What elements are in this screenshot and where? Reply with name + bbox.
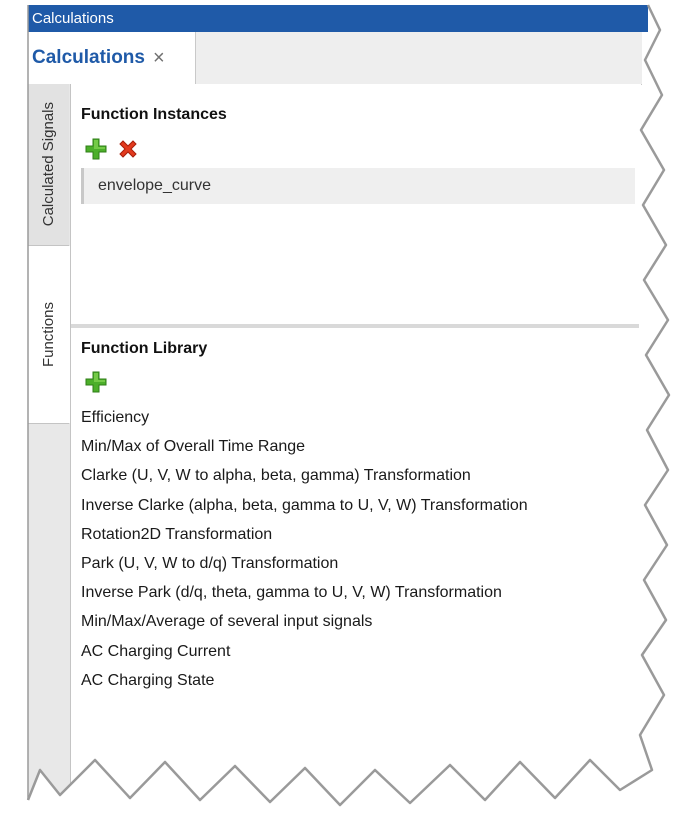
vertical-tab-bar: Calculated Signals Functions bbox=[28, 84, 71, 794]
side-tab-label: Functions bbox=[40, 301, 57, 368]
functions-panel: Function Instances envelope_curve Functi… bbox=[71, 84, 641, 794]
instances-toolbar bbox=[85, 138, 139, 160]
list-item[interactable]: Min/Max of Overall Time Range bbox=[81, 432, 528, 461]
red-x-icon[interactable] bbox=[117, 138, 139, 160]
list-item[interactable]: Rotation2D Transformation bbox=[81, 520, 528, 549]
green-plus-icon[interactable] bbox=[85, 371, 107, 393]
list-item[interactable]: Clarke (U, V, W to alpha, beta, gamma) T… bbox=[81, 461, 528, 490]
window-title: Calculations bbox=[32, 10, 114, 27]
function-library-list: Efficiency Min/Max of Overall Time Range… bbox=[81, 403, 528, 695]
list-item[interactable]: Inverse Park (d/q, theta, gamma to U, V,… bbox=[81, 578, 528, 607]
panel-splitter[interactable] bbox=[71, 324, 639, 328]
list-item[interactable]: Min/Max/Average of several input signals bbox=[81, 607, 528, 636]
window-title-bar: Calculations bbox=[28, 5, 648, 32]
list-item[interactable]: envelope_curve bbox=[81, 168, 635, 204]
side-tab-label: Calculated Signals bbox=[40, 102, 57, 227]
library-toolbar bbox=[85, 371, 107, 393]
side-tab-functions[interactable]: Functions bbox=[28, 246, 70, 424]
side-tab-calculated-signals[interactable]: Calculated Signals bbox=[28, 84, 69, 246]
list-item[interactable]: Inverse Clarke (alpha, beta, gamma to U,… bbox=[81, 491, 528, 520]
function-library-title: Function Library bbox=[81, 340, 208, 357]
list-item[interactable]: AC Charging Current bbox=[81, 637, 528, 666]
tab-label: Calculations bbox=[32, 47, 145, 68]
function-instances-title: Function Instances bbox=[81, 106, 227, 123]
close-icon[interactable]: × bbox=[153, 48, 165, 68]
list-item[interactable]: Efficiency bbox=[81, 403, 528, 432]
tab-calculations[interactable]: Calculations × bbox=[28, 32, 196, 84]
list-item[interactable]: AC Charging State bbox=[81, 666, 528, 695]
list-item[interactable]: Park (U, V, W to d/q) Transformation bbox=[81, 549, 528, 578]
green-plus-icon[interactable] bbox=[85, 138, 107, 160]
tab-strip: Calculations × bbox=[28, 32, 642, 85]
